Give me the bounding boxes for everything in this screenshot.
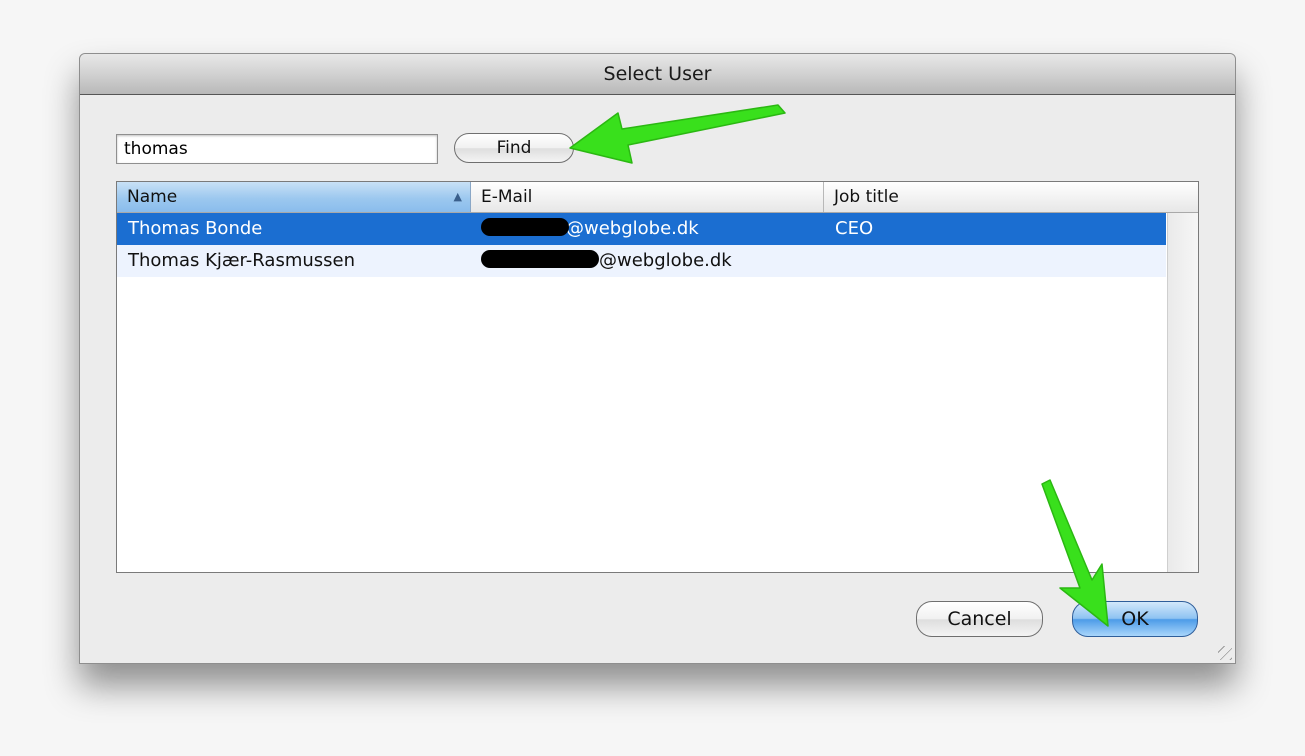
table-row[interactable]: Thomas Bonde @webglobe.dk CEO	[117, 213, 1166, 245]
column-header-job-title[interactable]: Job title	[824, 182, 1198, 212]
row-email: @webglobe.dk	[481, 245, 732, 277]
redaction-mark	[481, 218, 569, 236]
column-header-email-label: E-Mail	[481, 187, 533, 207]
column-header-job-title-label: Job title	[834, 187, 899, 207]
arrow-to-find-icon	[569, 104, 786, 164]
column-header-name[interactable]: Name ▲	[117, 182, 471, 212]
table-row[interactable]: Thomas Kjær-Rasmussen @webglobe.dk	[117, 245, 1166, 277]
dialog-title: Select User	[80, 54, 1235, 95]
row-email: @webglobe.dk	[481, 213, 699, 245]
row-email-domain: @webglobe.dk	[566, 218, 699, 239]
redaction-mark	[481, 250, 599, 268]
row-job-title: CEO	[835, 218, 874, 239]
row-name: Thomas Kjær-Rasmussen	[128, 250, 356, 271]
search-input[interactable]	[116, 134, 438, 164]
table-header: Name ▲ E-Mail Job title	[117, 182, 1198, 213]
resize-grip-icon[interactable]	[1218, 646, 1232, 660]
arrow-to-ok-icon	[1041, 479, 1109, 627]
cancel-button[interactable]: Cancel	[916, 601, 1043, 637]
sort-ascending-icon: ▲	[453, 190, 462, 203]
column-header-email[interactable]: E-Mail	[471, 182, 824, 212]
column-header-name-label: Name	[127, 187, 178, 207]
row-email-domain: @webglobe.dk	[599, 250, 732, 271]
vertical-scrollbar[interactable]	[1167, 213, 1198, 572]
row-name: Thomas Bonde	[128, 218, 263, 239]
